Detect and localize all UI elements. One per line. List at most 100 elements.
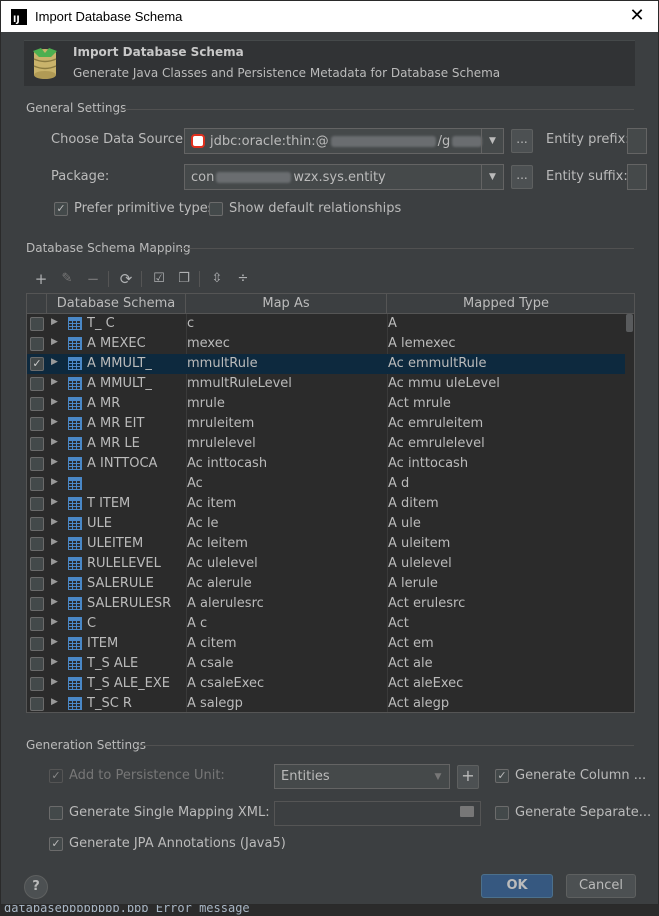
map-as-cell[interactable]: Ac leitem: [187, 536, 386, 551]
schema-name-cell[interactable]: A MR LE: [87, 436, 185, 451]
mapped-type-cell[interactable]: A lerule: [388, 576, 623, 591]
table-scrollbar[interactable]: [625, 314, 634, 712]
mapped-type-cell[interactable]: Ac inttocash: [388, 456, 623, 471]
schema-name-cell[interactable]: A MMULT_: [87, 376, 185, 391]
mapped-type-cell[interactable]: A d: [388, 476, 623, 491]
row-checkbox[interactable]: [30, 477, 44, 491]
map-as-cell[interactable]: Ac le: [187, 516, 386, 531]
row-checkbox[interactable]: [30, 537, 44, 551]
check-all-icon[interactable]: ☑: [150, 270, 168, 288]
mapped-type-cell[interactable]: Ac emmultRule: [388, 356, 623, 371]
row-checkbox[interactable]: [30, 657, 44, 671]
table-row[interactable]: ▶ A MR EIT mruleitem Ac emruleitem: [27, 414, 625, 434]
generate-separate-checkbox[interactable]: [495, 806, 509, 820]
row-checkbox[interactable]: [30, 597, 44, 611]
map-as-cell[interactable]: mmultRuleLevel: [187, 376, 386, 391]
expand-arrow-icon[interactable]: ▶: [51, 497, 58, 507]
expand-arrow-icon[interactable]: ▶: [51, 677, 58, 687]
column-header-schema[interactable]: Database Schema: [47, 294, 186, 314]
row-checkbox[interactable]: [30, 617, 44, 631]
expand-arrow-icon[interactable]: ▶: [51, 617, 58, 627]
prefer-primitive-checkbox[interactable]: ✓: [54, 202, 68, 216]
map-as-cell[interactable]: Ac inttocash: [187, 456, 386, 471]
schema-name-cell[interactable]: ITEM: [87, 636, 185, 651]
table-row[interactable]: ▶ T_S ALE_EXE A csaleExec Act aleExec: [27, 674, 625, 694]
table-row[interactable]: ▶ Ac A d: [27, 474, 625, 494]
add-persistence-checkbox[interactable]: ✓: [49, 769, 63, 783]
collapse-all-icon[interactable]: ÷: [234, 270, 252, 288]
entity-prefix-input[interactable]: [627, 128, 647, 154]
schema-name-cell[interactable]: T_ C: [87, 316, 185, 331]
row-checkbox[interactable]: [30, 337, 44, 351]
mapped-type-cell[interactable]: A uleitem: [388, 536, 623, 551]
schema-name-cell[interactable]: T_S ALE: [87, 656, 185, 671]
map-as-cell[interactable]: A c: [187, 616, 386, 631]
table-row[interactable]: ▶ RULELEVEL Ac ulelevel A ulelevel: [27, 554, 625, 574]
refresh-icon[interactable]: ⟳: [117, 270, 135, 288]
expand-arrow-icon[interactable]: ▶: [51, 437, 58, 447]
expand-arrow-icon[interactable]: ▶: [51, 337, 58, 347]
schema-name-cell[interactable]: T ITEM: [87, 496, 185, 511]
mapping-xml-path-input[interactable]: [274, 801, 481, 826]
jpa-annotations-checkbox[interactable]: ✓: [49, 837, 63, 851]
help-button[interactable]: ?: [24, 875, 48, 899]
show-default-relationships-checkbox[interactable]: [209, 202, 223, 216]
map-as-cell[interactable]: A csale: [187, 656, 386, 671]
expand-arrow-icon[interactable]: ▶: [51, 537, 58, 547]
expand-arrow-icon[interactable]: ▶: [51, 557, 58, 567]
row-checkbox[interactable]: [30, 437, 44, 451]
cancel-button[interactable]: Cancel: [566, 874, 636, 898]
table-row[interactable]: ▶ SALERULESR A alerulesrc Act erulesrc: [27, 594, 625, 614]
copy-icon[interactable]: ❐: [175, 270, 193, 288]
expand-arrow-icon[interactable]: ▶: [51, 577, 58, 587]
remove-icon[interactable]: −: [84, 270, 102, 288]
close-icon[interactable]: ✕: [626, 5, 648, 27]
schema-name-cell[interactable]: ULEITEM: [87, 536, 185, 551]
map-as-cell[interactable]: mrule: [187, 396, 386, 411]
map-as-cell[interactable]: Ac ulelevel: [187, 556, 386, 571]
mapped-type-cell[interactable]: Act em: [388, 636, 623, 651]
mapped-type-cell[interactable]: Act aleExec: [388, 676, 623, 691]
expand-arrow-icon[interactable]: ▶: [51, 517, 58, 527]
folder-icon[interactable]: [460, 806, 474, 817]
expand-arrow-icon[interactable]: ▶: [51, 657, 58, 667]
map-as-cell[interactable]: mruleitem: [187, 416, 386, 431]
mapped-type-cell[interactable]: A ulelevel: [388, 556, 623, 571]
table-row[interactable]: ▶ A INTTOCA Ac inttocash Ac inttocash: [27, 454, 625, 474]
schema-name-cell[interactable]: SALERULESR: [87, 596, 185, 611]
row-checkbox[interactable]: [30, 557, 44, 571]
schema-name-cell[interactable]: RULELEVEL: [87, 556, 185, 571]
table-row[interactable]: ▶ T_SC RA salegp Act alegp: [27, 694, 625, 712]
package-browse-button[interactable]: ...: [511, 165, 533, 189]
scrollbar-thumb[interactable]: [626, 314, 633, 332]
chevron-down-icon[interactable]: ▼: [427, 765, 449, 788]
expand-arrow-icon[interactable]: ▶: [51, 397, 58, 407]
column-header-map-as[interactable]: Map As: [186, 294, 387, 314]
table-row[interactable]: ▶ A MR LE mrulelevel Ac emrulelevel: [27, 434, 625, 454]
table-row[interactable]: ▶ ULE Ac le A ule: [27, 514, 625, 534]
map-as-cell[interactable]: A alerulesrc: [187, 596, 386, 611]
row-checkbox[interactable]: ✓: [30, 357, 44, 371]
schema-name-cell[interactable]: C: [87, 616, 185, 631]
row-checkbox[interactable]: [30, 397, 44, 411]
schema-name-cell[interactable]: A MR: [87, 396, 185, 411]
table-row[interactable]: ▶ CA c Act: [27, 614, 625, 634]
mapped-type-cell[interactable]: A lemexec: [388, 336, 623, 351]
table-row[interactable]: ▶ T ITEM Ac item A ditem: [27, 494, 625, 514]
single-mapping-xml-checkbox[interactable]: [49, 806, 63, 820]
edit-icon[interactable]: ✎: [58, 270, 76, 288]
map-as-cell[interactable]: mrulelevel: [187, 436, 386, 451]
generate-column-checkbox[interactable]: ✓: [495, 769, 509, 783]
row-checkbox[interactable]: [30, 457, 44, 471]
schema-name-cell[interactable]: SALERULE: [87, 576, 185, 591]
row-checkbox[interactable]: [30, 577, 44, 591]
table-row[interactable]: ▶ ITEM A citem Act em: [27, 634, 625, 654]
expand-arrow-icon[interactable]: ▶: [51, 597, 58, 607]
table-row[interactable]: ▶ SALERULE Ac alerule A lerule: [27, 574, 625, 594]
table-row[interactable]: ✓ ▶ A MMULT_ mmultRule Ac emmultRule: [27, 354, 625, 374]
schema-name-cell[interactable]: T_SC R: [87, 696, 185, 711]
schema-name-cell[interactable]: A MEXEC: [87, 336, 185, 351]
row-checkbox[interactable]: [30, 517, 44, 531]
expand-arrow-icon[interactable]: ▶: [51, 637, 58, 647]
row-checkbox[interactable]: [30, 637, 44, 651]
